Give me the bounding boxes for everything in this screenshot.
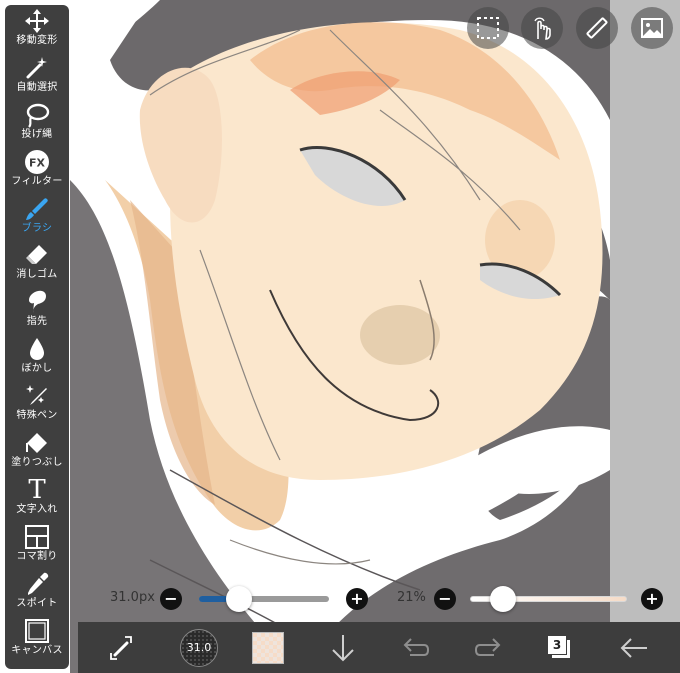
lasso-icon (22, 102, 52, 128)
ruler-icon (586, 17, 608, 39)
tool-filter[interactable]: FX フィルター (5, 149, 69, 196)
undo-icon (403, 637, 430, 656)
tool-label: 移動変形 (16, 35, 58, 46)
transform-swap-icon (110, 635, 132, 660)
tool-label: 自動選択 (16, 81, 58, 93)
tool-label: 消しゴム (16, 269, 58, 281)
undo-button[interactable] (396, 622, 436, 673)
opacity-plus-button[interactable]: + (641, 588, 663, 610)
tool-smudge[interactable]: 指先 (5, 289, 69, 336)
tool-bucket-fill[interactable]: 塗りつぶし (5, 430, 69, 477)
color-swatch (252, 631, 284, 664)
back-button[interactable] (614, 622, 654, 673)
fx-filter-icon: FX (22, 149, 52, 175)
brush-size-value: 31.0px (110, 590, 155, 605)
redo-icon (474, 637, 501, 656)
special-pen-icon (22, 383, 52, 409)
layers-button[interactable]: 3 (540, 622, 580, 673)
tool-brush[interactable]: ブラシ (5, 196, 69, 243)
tool-blur[interactable]: ぼかし (5, 336, 69, 383)
transform-swap-button[interactable] (102, 622, 142, 673)
tool-label: 文字入れ (16, 503, 58, 515)
color-swatch-button[interactable] (248, 622, 288, 673)
brush-preview: 31.0 (180, 628, 218, 667)
ruler-button[interactable] (576, 7, 618, 49)
tool-label: 特殊ペン (16, 410, 58, 422)
layers-icon: 3 (547, 634, 573, 661)
tool-eraser[interactable]: 消しゴム (5, 242, 69, 289)
opacity-slider-thumb[interactable] (489, 586, 516, 612)
redo-button[interactable] (468, 622, 508, 673)
brush-size-plus-button[interactable]: + (346, 588, 368, 610)
artwork (0, 0, 680, 673)
tool-label: 指先 (26, 316, 48, 328)
gesture-button[interactable] (521, 7, 563, 49)
blur-drop-icon (22, 336, 52, 362)
eyedropper-icon (22, 571, 52, 597)
image-icon (641, 18, 663, 38)
image-button[interactable] (631, 7, 673, 49)
fx-glyph: FX (29, 156, 46, 169)
tool-frame-divider[interactable]: コマ割り (5, 524, 69, 571)
tool-lasso[interactable]: 投げ縄 (5, 102, 69, 149)
bottom-toolbar: 31.0 3 (78, 622, 680, 673)
brush-preview-button[interactable]: 31.0 (174, 622, 224, 673)
text-glyph: T (28, 474, 46, 505)
tool-text[interactable]: T 文字入れ (5, 477, 69, 524)
tool-label: 投げ縄 (21, 128, 53, 140)
selection-icon (477, 17, 499, 39)
drawing-canvas[interactable] (0, 0, 680, 673)
frame-divider-icon (22, 524, 52, 550)
smudge-finger-icon (22, 289, 52, 315)
canvas-icon (22, 618, 52, 644)
magic-wand-icon (22, 55, 52, 81)
tool-label: キャンバス (11, 644, 63, 656)
tool-special-pen[interactable]: 特殊ペン (5, 383, 69, 430)
tool-palette: 移動変形 自動選択 投げ縄 FX フィルター ブラシ 消しゴム 指先 ぼかし 特… (5, 5, 69, 669)
back-arrow-icon (620, 637, 647, 658)
tool-label: ブラシ (21, 222, 53, 234)
tool-label: コマ割り (16, 550, 58, 562)
selection-button[interactable] (467, 7, 509, 49)
tool-eyedropper[interactable]: スポイト (5, 571, 69, 618)
move-arrows-icon (22, 8, 52, 34)
tool-canvas[interactable]: キャンバス (5, 618, 69, 665)
tool-label: ぼかし (21, 363, 53, 375)
tool-label: フィルター (11, 175, 63, 187)
opacity-minus-button[interactable]: − (434, 588, 456, 610)
brush-icon (22, 196, 52, 222)
arrow-down-icon (332, 634, 354, 661)
hand-gesture-icon (534, 17, 551, 40)
tool-magic-wand[interactable]: 自動選択 (5, 55, 69, 102)
layer-count: 3 (552, 637, 562, 652)
brush-size-minus-button[interactable]: − (160, 588, 182, 610)
tool-label: 塗りつぶし (11, 457, 63, 469)
tool-move-transform[interactable]: 移動変形 (5, 8, 69, 55)
text-t-icon: T (22, 477, 52, 503)
bucket-fill-icon (22, 430, 52, 456)
tool-label: スポイト (16, 597, 58, 609)
download-button[interactable] (323, 622, 363, 673)
opacity-value: 21% (397, 590, 426, 605)
brush-preview-label: 31.0 (186, 641, 212, 654)
eraser-icon (22, 242, 52, 268)
